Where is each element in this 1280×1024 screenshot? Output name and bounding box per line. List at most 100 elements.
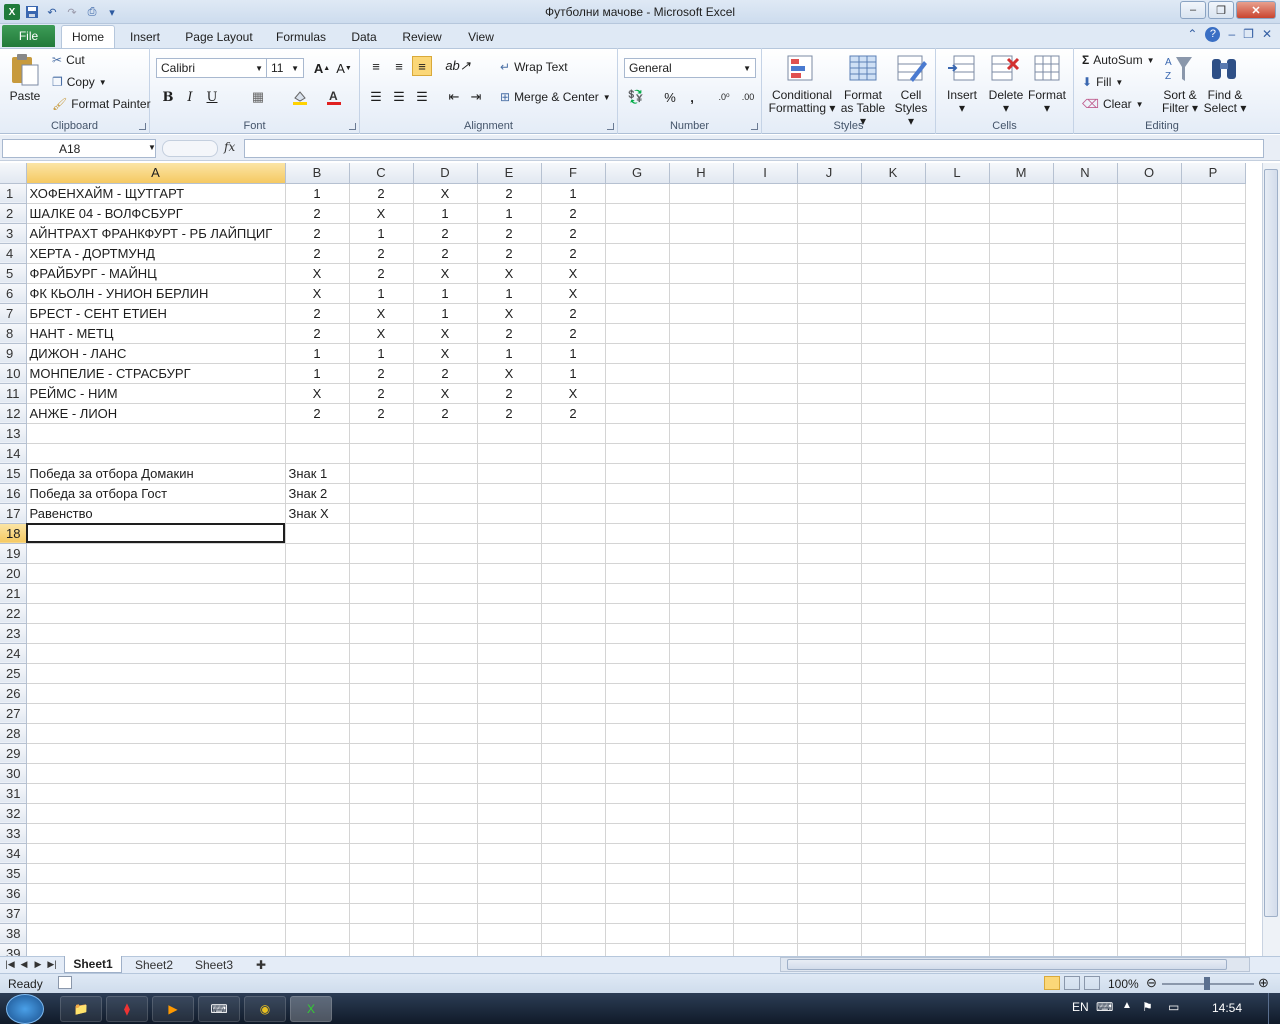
grow-font-icon[interactable]: A ▲	[312, 58, 332, 78]
horizontal-scroll-thumb[interactable]	[787, 959, 1227, 970]
fill-button[interactable]: ⬇ Fill ▼	[1082, 75, 1123, 89]
zoom-slider-thumb[interactable]	[1204, 977, 1210, 990]
cell-f30[interactable]	[541, 763, 606, 784]
cell-n3[interactable]	[1053, 223, 1118, 244]
cell-b20[interactable]	[285, 563, 350, 584]
language-indicator[interactable]: EN	[1072, 1000, 1089, 1014]
cell-c7[interactable]: X	[349, 303, 414, 324]
excel-taskbar-icon[interactable]: X	[290, 996, 332, 1022]
cell-j24[interactable]	[797, 643, 862, 664]
cell-o31[interactable]	[1117, 783, 1182, 804]
cell-m27[interactable]	[989, 703, 1054, 724]
select-all-corner[interactable]	[0, 163, 27, 184]
cell-i11[interactable]	[733, 383, 798, 404]
cell-e13[interactable]	[477, 423, 542, 444]
cell-i38[interactable]	[733, 923, 798, 944]
cell-k31[interactable]	[861, 783, 926, 804]
tab-review[interactable]: Review	[398, 25, 446, 48]
cell-e24[interactable]	[477, 643, 542, 664]
cell-o17[interactable]	[1117, 503, 1182, 524]
cell-m1[interactable]	[989, 183, 1054, 204]
cell-f39[interactable]	[541, 943, 606, 956]
cell-p6[interactable]	[1181, 283, 1246, 304]
cell-h12[interactable]	[669, 403, 734, 424]
media-player-taskbar-icon[interactable]: ▶	[152, 996, 194, 1022]
cell-e1[interactable]: 2	[477, 183, 542, 204]
cell-table[interactable]: ABCDEFGHIJKLMNOP 1 ХОФЕНХАЙМ - ЩУТГАРТ 1 2 X…	[0, 163, 1246, 956]
cell-d30[interactable]	[413, 763, 478, 784]
row-header[interactable]: 32	[0, 803, 27, 824]
cell-g38[interactable]	[605, 923, 670, 944]
cell-m17[interactable]	[989, 503, 1054, 524]
cell-d3[interactable]: 2	[413, 223, 478, 244]
cell-p34[interactable]	[1181, 843, 1246, 864]
cell-i27[interactable]	[733, 703, 798, 724]
cell-i35[interactable]	[733, 863, 798, 884]
keyboard-taskbar-icon[interactable]: ⌨	[198, 996, 240, 1022]
row-header[interactable]: 38	[0, 923, 27, 944]
cell-f17[interactable]	[541, 503, 606, 524]
cell-e6[interactable]: 1	[477, 283, 542, 304]
cell-p35[interactable]	[1181, 863, 1246, 884]
cell-a31[interactable]	[26, 783, 286, 804]
cell-o13[interactable]	[1117, 423, 1182, 444]
cell-f26[interactable]	[541, 683, 606, 704]
cell-i8[interactable]	[733, 323, 798, 344]
cell-c27[interactable]	[349, 703, 414, 724]
cell-a24[interactable]	[26, 643, 286, 664]
cell-e26[interactable]	[477, 683, 542, 704]
cell-j19[interactable]	[797, 543, 862, 564]
cell-l8[interactable]	[925, 323, 990, 344]
sort-filter-icon[interactable]: AZ	[1164, 53, 1196, 85]
align-top-icon[interactable]: ≡	[366, 56, 386, 76]
cell-h3[interactable]	[669, 223, 734, 244]
cell-o30[interactable]	[1117, 763, 1182, 784]
row-header[interactable]: 8	[0, 323, 27, 344]
cell-d34[interactable]	[413, 843, 478, 864]
row-header[interactable]: 26	[0, 683, 27, 704]
undo-icon[interactable]: ↶	[44, 4, 60, 20]
cell-i25[interactable]	[733, 663, 798, 684]
cell-h10[interactable]	[669, 363, 734, 384]
percent-style-button[interactable]: %	[660, 87, 680, 107]
column-header-g[interactable]: G	[605, 163, 670, 184]
cell-k27[interactable]	[861, 703, 926, 724]
cell-n20[interactable]	[1053, 563, 1118, 584]
cell-n26[interactable]	[1053, 683, 1118, 704]
first-sheet-icon[interactable]: |◀	[4, 958, 16, 970]
cell-l10[interactable]	[925, 363, 990, 384]
cell-p32[interactable]	[1181, 803, 1246, 824]
cell-h26[interactable]	[669, 683, 734, 704]
column-header-f[interactable]: F	[541, 163, 606, 184]
cell-i6[interactable]	[733, 283, 798, 304]
cell-p8[interactable]	[1181, 323, 1246, 344]
workbook-close-icon[interactable]: ✕	[1262, 27, 1272, 42]
cell-c21[interactable]	[349, 583, 414, 604]
cell-g7[interactable]	[605, 303, 670, 324]
cell-k22[interactable]	[861, 603, 926, 624]
cell-d22[interactable]	[413, 603, 478, 624]
cell-l25[interactable]	[925, 663, 990, 684]
cell-c26[interactable]	[349, 683, 414, 704]
tab-view[interactable]: View	[460, 25, 502, 48]
cell-n19[interactable]	[1053, 543, 1118, 564]
cell-n23[interactable]	[1053, 623, 1118, 644]
cell-d16[interactable]	[413, 483, 478, 504]
cell-d12[interactable]: 2	[413, 403, 478, 424]
cell-k21[interactable]	[861, 583, 926, 604]
cell-b17[interactable]: Знак X	[285, 503, 350, 524]
paste-icon[interactable]	[9, 53, 41, 86]
cell-c22[interactable]	[349, 603, 414, 624]
cell-a36[interactable]	[26, 883, 286, 904]
cell-m39[interactable]	[989, 943, 1054, 956]
cell-j38[interactable]	[797, 923, 862, 944]
cell-d19[interactable]	[413, 543, 478, 564]
cell-p12[interactable]	[1181, 403, 1246, 424]
cell-o27[interactable]	[1117, 703, 1182, 724]
cell-l14[interactable]	[925, 443, 990, 464]
cell-e7[interactable]: X	[477, 303, 542, 324]
cell-n18[interactable]	[1053, 523, 1118, 544]
cell-c3[interactable]: 1	[349, 223, 414, 244]
cell-e22[interactable]	[477, 603, 542, 624]
formula-expand-handle[interactable]	[162, 140, 218, 157]
